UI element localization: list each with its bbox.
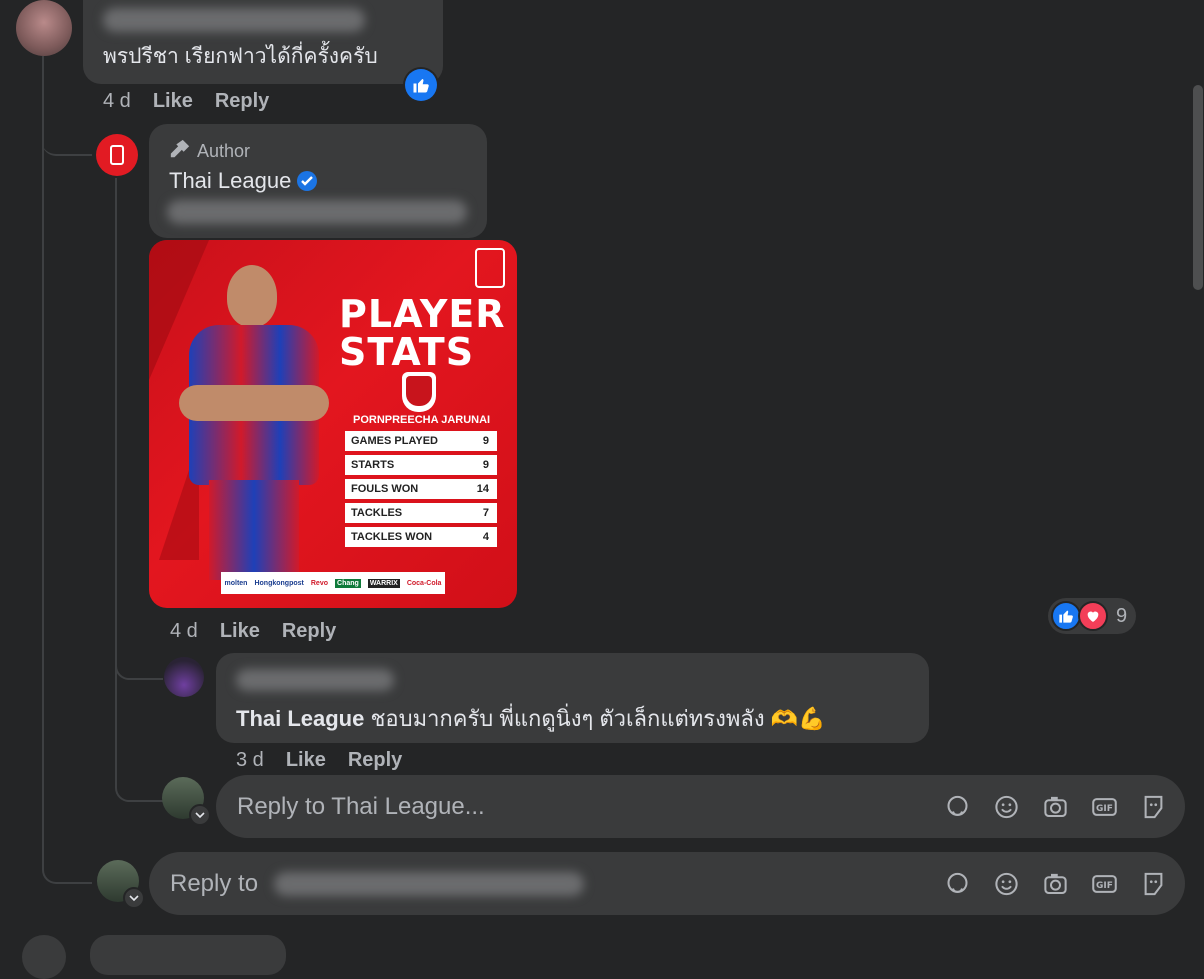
gif-icon[interactable]: GIF — [1091, 870, 1118, 897]
gif-icon[interactable]: GIF — [1091, 793, 1118, 820]
sponsor-logo: Hongkongpost — [254, 579, 304, 587]
thread-connector-nested-reply — [115, 640, 163, 680]
reply-input-placeholder: Reply to — [170, 869, 259, 897]
title-stats: STATS — [339, 330, 475, 374]
chevron-down-icon[interactable] — [123, 887, 145, 909]
author-reply-bubble: Author Thai League — [149, 124, 487, 238]
thread-connector-reply-box — [115, 760, 163, 802]
reply-input[interactable]: Reply to GIF — [149, 852, 1185, 915]
reply-input-placeholder: Reply to Thai League... — [237, 792, 485, 820]
sponsor-logo: Coca-Cola — [406, 579, 442, 587]
redacted-name — [274, 872, 584, 896]
like-reaction-icon — [1051, 601, 1081, 631]
sticker-icon[interactable] — [1140, 870, 1167, 897]
author-label: Author — [197, 141, 251, 161]
redacted-name — [103, 8, 365, 32]
stat-row: TACKLES 7 — [345, 503, 497, 523]
emoji-icon[interactable] — [993, 870, 1020, 897]
like-button[interactable]: Like — [286, 749, 326, 772]
sponsor-logo: Revo — [310, 579, 328, 587]
like-reaction-icon[interactable] — [403, 67, 439, 103]
thread-line-main — [42, 56, 44, 868]
mention-link[interactable]: Thai League — [236, 706, 364, 731]
avatar-sticker-icon[interactable] — [944, 793, 971, 820]
like-button[interactable]: Like — [220, 620, 260, 643]
sponsor-bar: molten Hongkongpost Revo Chang WARRIX Co… — [221, 572, 445, 594]
sponsor-logo: Chang — [335, 578, 361, 588]
stat-row: TACKLES WON 4 — [345, 527, 497, 547]
nested-reply-text: Thai League ชอบมากครับ พี่แกดูนิ่งๆ ตัวเ… — [236, 701, 825, 736]
thai-league-avatar[interactable] — [96, 134, 138, 176]
nested-reply-bubble: Thai League ชอบมากครับ พี่แกดูนิ่งๆ ตัวเ… — [216, 653, 929, 743]
player-name: PORNPREECHA JARUNAI — [353, 414, 491, 426]
svg-text:GIF: GIF — [1096, 880, 1113, 890]
stat-row: GAMES PLAYED 9 — [345, 431, 497, 451]
stat-row: STARTS 9 — [345, 455, 497, 475]
camera-icon[interactable] — [1042, 870, 1069, 897]
author-badge: Author — [169, 138, 250, 165]
comment-bubble: พรปรีชา เรียกฟาวได้กี่ครั้งครับ — [83, 0, 443, 84]
sponsor-logo: WARRIX — [367, 578, 400, 588]
camera-icon[interactable] — [1042, 793, 1069, 820]
author-name-row: Thai League — [169, 168, 318, 194]
emoji-icon[interactable] — [993, 793, 1020, 820]
timestamp[interactable]: 3 d — [236, 749, 264, 772]
redacted-name — [236, 669, 394, 691]
reactions-summary[interactable]: 9 — [1048, 598, 1136, 634]
thai-league-logo — [475, 248, 505, 288]
comment-text: พรปรีชา เรียกฟาวได้กี่ครั้งครับ — [103, 45, 378, 68]
thread-connector-author — [42, 128, 92, 156]
timestamp[interactable]: 4 d — [103, 90, 131, 113]
avatar[interactable] — [164, 657, 204, 697]
thread-line-nested — [115, 178, 117, 778]
heart-reaction-icon — [1078, 601, 1108, 631]
reply-button[interactable]: Reply — [215, 90, 269, 113]
reply-tools: GIF — [944, 793, 1167, 820]
club-crest — [402, 372, 436, 412]
thread-connector-bottom — [42, 852, 92, 884]
comment-bubble — [90, 935, 286, 975]
sponsor-logo: molten — [224, 579, 248, 587]
avatar-sticker-icon[interactable] — [944, 870, 971, 897]
svg-text:GIF: GIF — [1096, 803, 1113, 813]
author-reply-actions: 4 d Like Reply — [170, 620, 336, 643]
nested-reply-actions: 3 d Like Reply — [236, 749, 402, 772]
author-name[interactable]: Thai League — [169, 168, 291, 194]
reply-input[interactable]: Reply to Thai League... GIF — [216, 775, 1185, 838]
reaction-count: 9 — [1116, 604, 1128, 627]
reply-button[interactable]: Reply — [348, 749, 402, 772]
player-photo — [179, 265, 329, 605]
reply-button[interactable]: Reply — [282, 620, 336, 643]
scrollbar[interactable] — [1193, 85, 1203, 290]
comment-actions: 4 d Like Reply — [103, 90, 269, 113]
sticker-icon[interactable] — [1140, 793, 1167, 820]
timestamp[interactable]: 4 d — [170, 620, 198, 643]
stat-row: FOULS WON 14 — [345, 479, 497, 499]
reply-tools: GIF — [944, 870, 1167, 897]
microphone-icon — [169, 138, 191, 165]
avatar[interactable] — [16, 0, 72, 56]
reply-body: ชอบมากครับ พี่แกดูนิ่งๆ ตัวเล็กแต่ทรงพลั… — [364, 706, 826, 731]
redacted-text — [167, 200, 467, 224]
verified-badge-icon — [297, 171, 318, 191]
chevron-down-icon[interactable] — [189, 804, 211, 826]
player-stats-image[interactable]: PLAYER STATS PORNPREECHA JARUNAI GAMES P… — [149, 240, 517, 608]
like-button[interactable]: Like — [153, 90, 193, 113]
